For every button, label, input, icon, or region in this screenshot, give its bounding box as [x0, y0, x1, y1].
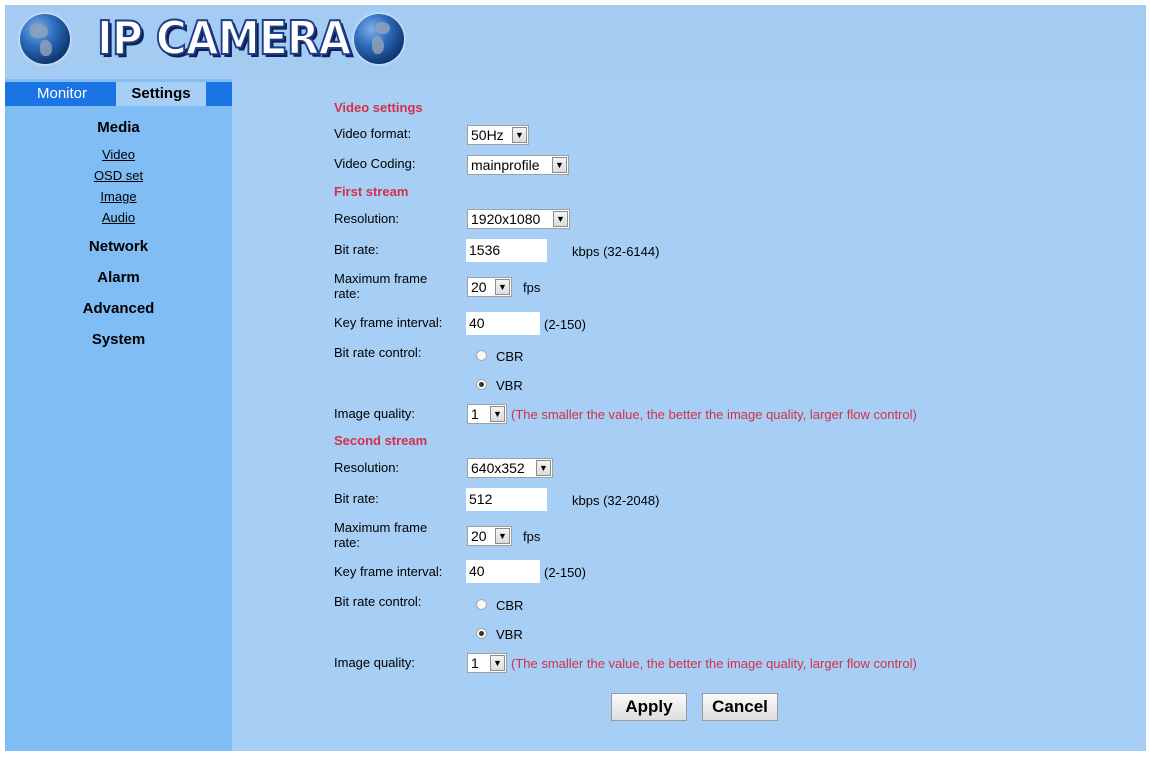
second-framerate-select[interactable]: 20 ▼: [467, 526, 512, 546]
globe-icon-right: [354, 14, 404, 64]
first-framerate-value: 20: [471, 279, 487, 295]
cancel-button[interactable]: Cancel: [702, 693, 778, 721]
second-cbr-label: CBR: [496, 598, 524, 613]
chevron-down-icon: ▼: [553, 211, 568, 227]
first-framerate-label-1: Maximum frame: [334, 271, 428, 286]
chevron-down-icon: ▼: [495, 279, 510, 295]
first-keyframe-hint: (2-150): [544, 317, 586, 332]
second-resolution-value: 640x352: [471, 460, 525, 476]
video-settings-heading: Video settings: [334, 100, 423, 115]
second-bitrate-input[interactable]: 512: [466, 488, 547, 511]
first-cbr-radio[interactable]: [476, 350, 487, 361]
sidebar-link-video[interactable]: Video: [5, 147, 232, 162]
chevron-down-icon: ▼: [536, 460, 551, 476]
sidebar-item-system[interactable]: System: [5, 331, 232, 348]
sidebar-item-media[interactable]: Media: [5, 119, 232, 136]
chevron-down-icon: ▼: [490, 406, 505, 422]
second-framerate-label-2: rate:: [334, 535, 361, 550]
first-quality-value: 1: [471, 406, 479, 422]
second-quality-select[interactable]: 1 ▼: [467, 653, 507, 673]
first-vbr-radio[interactable]: [476, 379, 487, 390]
page-frame: IP CAMERA Monitor Settings Media Video O…: [5, 5, 1146, 751]
sidebar-link-audio[interactable]: Audio: [5, 210, 232, 225]
first-framerate-select[interactable]: 20 ▼: [467, 277, 512, 297]
tab-monitor[interactable]: Monitor: [37, 82, 87, 106]
first-framerate-unit: fps: [523, 280, 541, 295]
logo-title: IP CAMERA: [96, 10, 352, 66]
second-quality-note: (The smaller the value, the better the i…: [511, 656, 917, 671]
second-keyframe-input[interactable]: 40: [466, 560, 540, 583]
tab-bar: Monitor Settings: [5, 82, 232, 106]
globe-icon-left: [20, 14, 70, 64]
first-framerate-label-2: rate:: [334, 286, 361, 301]
second-resolution-label: Resolution:: [334, 460, 400, 475]
second-framerate-unit: fps: [523, 529, 541, 544]
tab-settings[interactable]: Settings: [116, 82, 206, 106]
first-quality-note: (The smaller the value, the better the i…: [511, 407, 917, 422]
second-framerate-label-1: Maximum frame: [334, 520, 428, 535]
sidebar-link-osd-set[interactable]: OSD set: [5, 168, 232, 183]
video-format-label: Video format:: [334, 126, 412, 141]
second-quality-value: 1: [471, 655, 479, 671]
apply-button[interactable]: Apply: [611, 693, 687, 721]
first-bitrate-input[interactable]: 1536: [466, 239, 547, 262]
video-format-value: 50Hz: [471, 127, 504, 143]
sidebar-link-image[interactable]: Image: [5, 189, 232, 204]
sidebar: Monitor Settings Media Video OSD set Ima…: [5, 79, 232, 751]
second-framerate-value: 20: [471, 528, 487, 544]
chevron-down-icon: ▼: [512, 127, 527, 143]
second-stream-heading: Second stream: [334, 433, 428, 448]
video-coding-value: mainprofile: [471, 157, 540, 173]
chevron-down-icon: ▼: [495, 528, 510, 544]
second-bitrate-hint: kbps (32-2048): [572, 493, 660, 508]
sidebar-item-advanced[interactable]: Advanced: [5, 300, 232, 317]
first-vbr-label: VBR: [496, 378, 523, 393]
first-quality-select[interactable]: 1 ▼: [467, 404, 507, 424]
first-cbr-label: CBR: [496, 349, 524, 364]
first-quality-label: Image quality:: [334, 406, 415, 421]
first-control-label: Bit rate control:: [334, 345, 422, 360]
first-stream-heading: First stream: [334, 184, 409, 199]
video-format-select[interactable]: 50Hz ▼: [467, 125, 529, 145]
video-coding-label: Video Coding:: [334, 156, 416, 171]
first-keyframe-input[interactable]: 40: [466, 312, 540, 335]
second-keyframe-hint: (2-150): [544, 565, 586, 580]
second-keyframe-label: Key frame interval:: [334, 564, 443, 579]
second-cbr-radio[interactable]: [476, 599, 487, 610]
video-coding-select[interactable]: mainprofile ▼: [467, 155, 569, 175]
chevron-down-icon: ▼: [490, 655, 505, 671]
first-bitrate-label: Bit rate:: [334, 242, 379, 257]
settings-panel: Video settings Video format: 50Hz ▼ Vide…: [232, 79, 1146, 751]
second-bitrate-label: Bit rate:: [334, 491, 379, 506]
first-bitrate-hint: kbps (32-6144): [572, 244, 660, 259]
second-control-label: Bit rate control:: [334, 594, 422, 609]
first-resolution-label: Resolution:: [334, 211, 400, 226]
second-vbr-label: VBR: [496, 627, 523, 642]
sidebar-item-network[interactable]: Network: [5, 238, 232, 255]
second-resolution-select[interactable]: 640x352 ▼: [467, 458, 553, 478]
first-keyframe-label: Key frame interval:: [334, 315, 443, 330]
header-banner: IP CAMERA: [5, 5, 1146, 79]
sidebar-item-alarm[interactable]: Alarm: [5, 269, 232, 286]
first-resolution-value: 1920x1080: [471, 211, 541, 227]
chevron-down-icon: ▼: [552, 157, 567, 173]
second-quality-label: Image quality:: [334, 655, 415, 670]
second-vbr-radio[interactable]: [476, 628, 487, 639]
first-resolution-select[interactable]: 1920x1080 ▼: [467, 209, 570, 229]
